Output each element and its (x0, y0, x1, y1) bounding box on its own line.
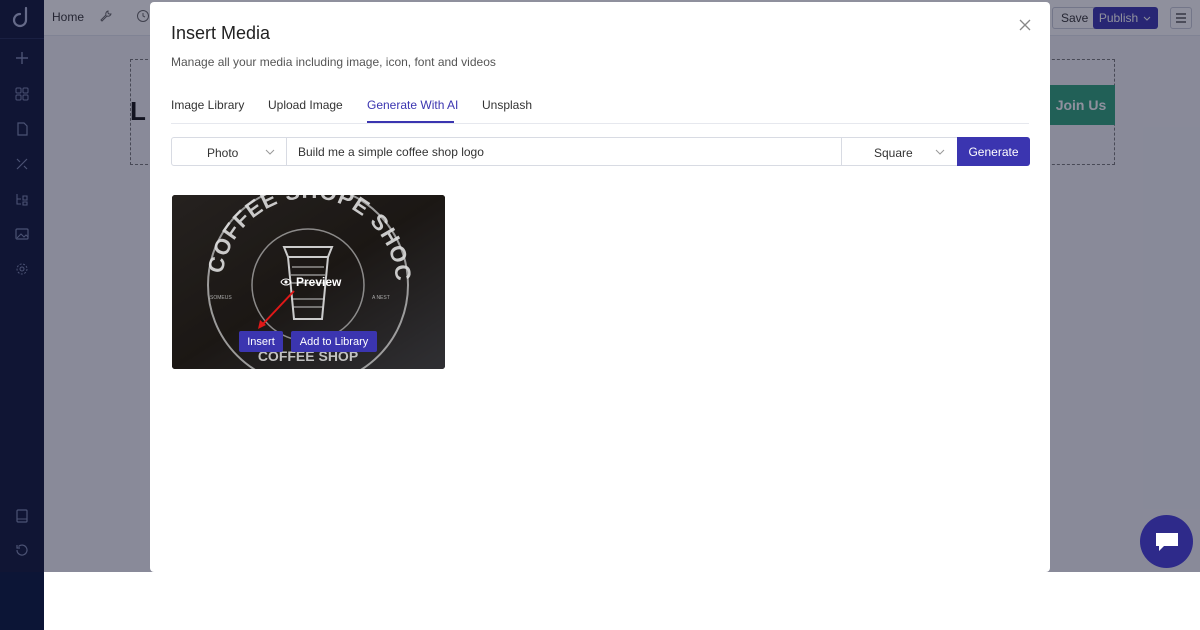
media-tabs: Image Library Upload Image Generate With… (171, 92, 1029, 124)
tab-generate-with-ai[interactable]: Generate With AI (367, 98, 458, 112)
tab-unsplash[interactable]: Unsplash (482, 98, 532, 112)
generated-image-card[interactable]: COFFEE SHOPE SHOC SOMEUS A NEST COFFEE S… (172, 195, 445, 369)
generate-button[interactable]: Generate (957, 137, 1030, 166)
insert-media-modal: Insert Media Manage all your media inclu… (150, 2, 1050, 572)
preview-label: Preview (296, 275, 342, 289)
active-tab-indicator (367, 121, 454, 123)
modal-title: Insert Media (171, 23, 271, 43)
prompt-input[interactable] (288, 138, 841, 165)
tab-image-library[interactable]: Image Library (171, 98, 244, 112)
svg-text:A NEST: A NEST (372, 295, 390, 301)
insert-button[interactable]: Insert (239, 331, 283, 352)
generate-bar: Photo Square Generate (171, 137, 1030, 166)
close-icon[interactable] (1018, 18, 1034, 34)
media-type-select[interactable]: Photo (172, 138, 287, 165)
tab-upload-image[interactable]: Upload Image (268, 98, 343, 112)
chat-launcher-button[interactable] (1140, 515, 1193, 568)
aspect-ratio-select[interactable]: Square (841, 138, 956, 165)
add-to-library-button[interactable]: Add to Library (291, 331, 377, 352)
aspect-ratio-value: Square (874, 146, 913, 160)
eye-icon (280, 278, 292, 286)
media-type-value: Photo (207, 146, 239, 160)
chat-bubble-icon (1155, 532, 1178, 551)
chevron-down-icon (934, 146, 946, 158)
preview-link[interactable]: Preview (280, 275, 341, 289)
chevron-down-icon (264, 146, 276, 158)
modal-subtitle: Manage all your media including image, i… (171, 55, 496, 69)
svg-text:SOMEUS: SOMEUS (210, 295, 232, 301)
